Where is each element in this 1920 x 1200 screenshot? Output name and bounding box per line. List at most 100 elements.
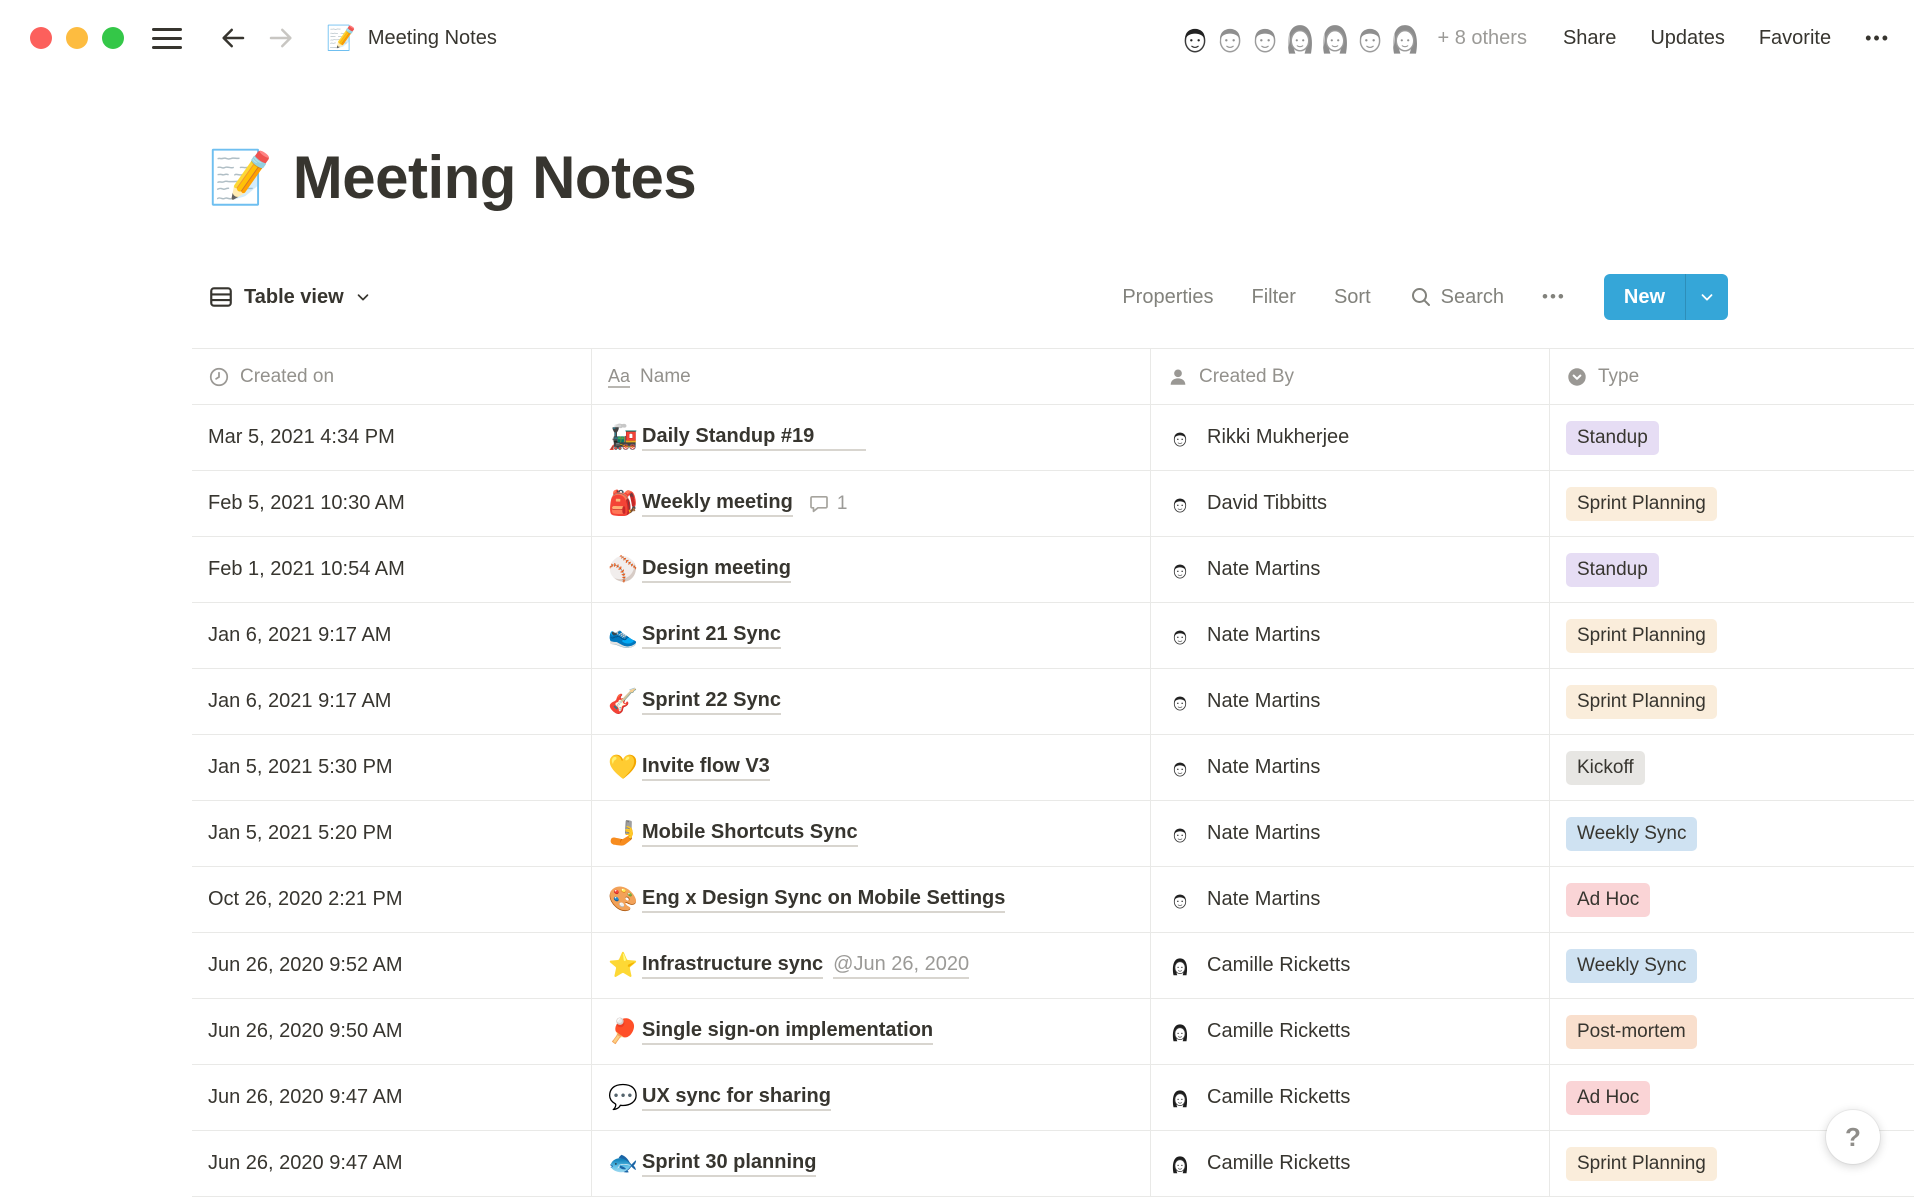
new-dropdown-button[interactable] <box>1686 274 1728 320</box>
table-row[interactable]: Jan 6, 2021 9:17 AM🎸Sprint 22 SyncNate M… <box>192 669 1914 735</box>
cell-created-by[interactable]: David Tibbitts <box>1151 471 1550 536</box>
new-button[interactable]: New <box>1604 274 1728 320</box>
favorite-button[interactable]: Favorite <box>1759 27 1831 50</box>
cell-created-by[interactable]: Nate Martins <box>1151 603 1550 668</box>
cell-name[interactable]: 🤳Mobile Shortcuts Sync <box>592 801 1151 866</box>
cell-created-by[interactable]: Camille Ricketts <box>1151 1131 1550 1196</box>
cell-name[interactable]: 🎸Sprint 22 Sync <box>592 669 1151 734</box>
cell-created-on[interactable]: Feb 5, 2021 10:30 AM <box>192 471 592 536</box>
cell-type[interactable]: Kickoff <box>1550 735 1914 800</box>
cell-created-on[interactable]: Jun 26, 2020 9:47 AM <box>192 1131 592 1196</box>
cell-name[interactable]: 🐟Sprint 30 planning <box>592 1131 1151 1196</box>
page-title-link[interactable]: Single sign-on implementation <box>642 1019 933 1045</box>
cell-created-on[interactable]: Mar 5, 2021 4:34 PM <box>192 405 592 470</box>
page-title-link[interactable]: Invite flow V3 <box>642 755 770 781</box>
table-row[interactable]: Jan 5, 2021 5:30 PM💛Invite flow V3Nate M… <box>192 735 1914 801</box>
cell-created-on[interactable]: Oct 26, 2020 2:21 PM <box>192 867 592 932</box>
cell-created-on[interactable]: Jan 6, 2021 9:17 AM <box>192 603 592 668</box>
column-header-name[interactable]: Aa Name <box>592 349 1151 404</box>
cell-type[interactable]: Sprint Planning <box>1550 471 1914 536</box>
table-row[interactable]: Mar 5, 2021 4:34 PM🚂Daily Standup #19Rik… <box>192 405 1914 471</box>
cell-created-by[interactable]: Camille Ricketts <box>1151 1065 1550 1130</box>
cell-name[interactable]: 🏓Single sign-on implementation <box>592 999 1151 1064</box>
page-title-link[interactable]: Sprint 30 planning <box>642 1151 816 1177</box>
column-header-created-by[interactable]: Created By <box>1151 349 1550 404</box>
cell-created-by[interactable]: Camille Ricketts <box>1151 999 1550 1064</box>
cell-created-by[interactable]: Camille Ricketts <box>1151 933 1550 998</box>
cell-type[interactable]: Standup <box>1550 405 1914 470</box>
view-more-options-icon[interactable]: ••• <box>1542 287 1566 307</box>
cell-type[interactable]: Post-mortem <box>1550 999 1914 1064</box>
page-title-link[interactable]: Sprint 22 Sync <box>642 689 781 715</box>
cell-created-on[interactable]: Jun 26, 2020 9:47 AM <box>192 1065 592 1130</box>
back-button[interactable] <box>218 23 248 53</box>
close-window-button[interactable] <box>30 27 52 49</box>
cell-name[interactable]: 💛Invite flow V3 <box>592 735 1151 800</box>
page-title-link[interactable]: Mobile Shortcuts Sync <box>642 821 858 847</box>
more-options-icon[interactable]: ••• <box>1865 28 1890 49</box>
cell-created-on[interactable]: Jan 5, 2021 5:30 PM <box>192 735 592 800</box>
cell-type[interactable]: Ad Hoc <box>1550 867 1914 932</box>
page-title-link[interactable]: Sprint 21 Sync <box>642 623 781 649</box>
cell-created-by[interactable]: Nate Martins <box>1151 537 1550 602</box>
zoom-window-button[interactable] <box>102 27 124 49</box>
sort-button[interactable]: Sort <box>1334 286 1371 309</box>
table-row[interactable]: Jun 26, 2020 9:47 AM💬UX sync for sharing… <box>192 1065 1914 1131</box>
table-row[interactable]: Oct 26, 2020 2:21 PM🎨Eng x Design Sync o… <box>192 867 1914 933</box>
cell-name[interactable]: 👟Sprint 21 Sync <box>592 603 1151 668</box>
cell-created-by[interactable]: Nate Martins <box>1151 669 1550 734</box>
page-title-link[interactable]: Design meeting <box>642 557 791 583</box>
properties-button[interactable]: Properties <box>1122 286 1213 309</box>
table-row[interactable]: Jun 26, 2020 9:47 AM🐟Sprint 30 planningC… <box>192 1131 1914 1197</box>
minimize-window-button[interactable] <box>66 27 88 49</box>
search-button[interactable]: Search <box>1409 285 1504 309</box>
page-title-link[interactable]: Eng x Design Sync on Mobile Settings <box>642 887 1005 913</box>
new-button-label[interactable]: New <box>1604 274 1685 320</box>
cell-type[interactable]: Standup <box>1550 537 1914 602</box>
cell-name[interactable]: 💬UX sync for sharing <box>592 1065 1151 1130</box>
cell-created-by[interactable]: Nate Martins <box>1151 801 1550 866</box>
column-header-created-on[interactable]: Created on <box>192 349 592 404</box>
cell-created-on[interactable]: Jan 5, 2021 5:20 PM <box>192 801 592 866</box>
cell-created-by[interactable]: Nate Martins <box>1151 867 1550 932</box>
collaborator-avatars[interactable] <box>1173 16 1427 60</box>
cell-name[interactable]: 🎨Eng x Design Sync on Mobile Settings <box>592 867 1151 932</box>
page-title-link[interactable]: Weekly meeting <box>642 491 793 517</box>
table-row[interactable]: Jan 6, 2021 9:17 AM👟Sprint 21 SyncNate M… <box>192 603 1914 669</box>
page-title[interactable]: Meeting Notes <box>293 140 697 216</box>
cell-type[interactable]: Weekly Sync <box>1550 801 1914 866</box>
forward-button[interactable] <box>266 23 296 53</box>
cell-name[interactable]: 🎒Weekly meeting1 <box>592 471 1151 536</box>
table-row[interactable]: Jan 5, 2021 5:20 PM🤳Mobile Shortcuts Syn… <box>192 801 1914 867</box>
cell-name[interactable]: ⭐Infrastructure sync@Jun 26, 2020 <box>592 933 1151 998</box>
others-count[interactable]: + 8 others <box>1437 27 1527 50</box>
filter-button[interactable]: Filter <box>1252 286 1296 309</box>
collaborator-avatar[interactable] <box>1173 16 1217 60</box>
cell-created-on[interactable]: Jun 26, 2020 9:52 AM <box>192 933 592 998</box>
cell-type[interactable]: Sprint Planning <box>1550 603 1914 668</box>
comment-count[interactable]: 1 <box>807 492 848 516</box>
page-title-link[interactable]: Infrastructure sync <box>642 953 823 979</box>
date-mention[interactable]: @Jun 26, 2020 <box>833 953 969 979</box>
help-button[interactable]: ? <box>1826 1110 1880 1164</box>
page-title-link[interactable]: UX sync for sharing <box>642 1085 831 1111</box>
cell-created-on[interactable]: Jan 6, 2021 9:17 AM <box>192 669 592 734</box>
share-button[interactable]: Share <box>1563 27 1616 50</box>
cell-created-on[interactable]: Feb 1, 2021 10:54 AM <box>192 537 592 602</box>
table-row[interactable]: Feb 1, 2021 10:54 AM⚾Design meetingNate … <box>192 537 1914 603</box>
cell-type[interactable]: Weekly Sync <box>1550 933 1914 998</box>
breadcrumb[interactable]: 📝 Meeting Notes <box>326 24 497 53</box>
column-header-type[interactable]: Type <box>1550 349 1914 404</box>
cell-type[interactable]: Sprint Planning <box>1550 669 1914 734</box>
cell-name[interactable]: ⚾Design meeting <box>592 537 1151 602</box>
table-row[interactable]: Feb 5, 2021 10:30 AM🎒Weekly meeting1Davi… <box>192 471 1914 537</box>
updates-button[interactable]: Updates <box>1650 27 1725 50</box>
cell-name[interactable]: 🚂Daily Standup #19 <box>592 405 1151 470</box>
page-title-emoji-icon[interactable]: 📝 <box>208 140 273 216</box>
cell-created-by[interactable]: Nate Martins <box>1151 735 1550 800</box>
sidebar-menu-icon[interactable] <box>152 28 182 49</box>
cell-created-by[interactable]: Rikki Mukherjee <box>1151 405 1550 470</box>
table-row[interactable]: Jun 26, 2020 9:50 AM🏓Single sign-on impl… <box>192 999 1914 1065</box>
table-row[interactable]: Jun 26, 2020 9:52 AM⭐Infrastructure sync… <box>192 933 1914 999</box>
cell-created-on[interactable]: Jun 26, 2020 9:50 AM <box>192 999 592 1064</box>
